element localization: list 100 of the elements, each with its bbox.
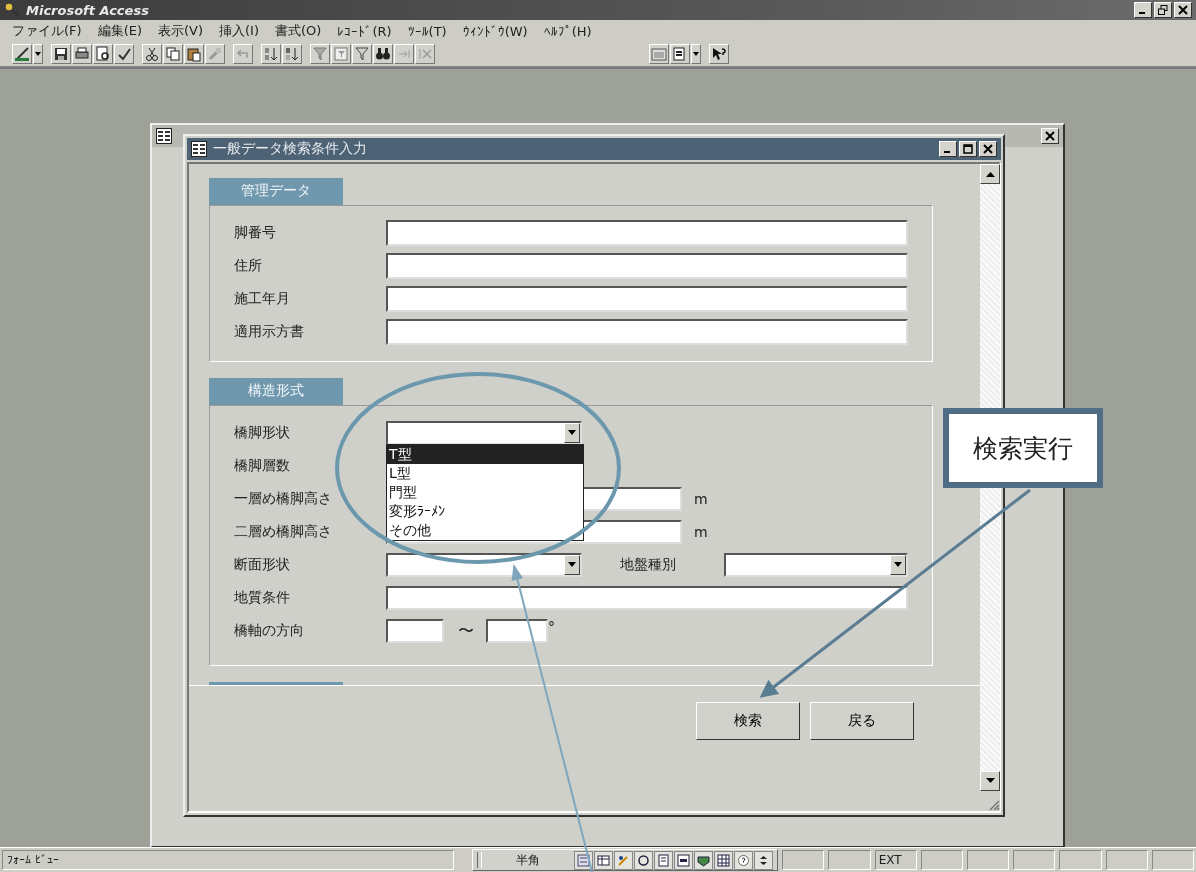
restore-button[interactable] [1154,2,1172,18]
save-icon[interactable] [51,44,71,64]
section-header: 構造形式 [209,378,343,405]
window-title: 一般データ検索条件入力 [213,140,368,158]
menu-item[interactable]: 書式(O) [267,22,330,40]
menu-item[interactable]: 編集(E) [89,22,150,40]
menu-item[interactable]: 表示(V) [150,22,212,40]
field-label: 住所 [234,257,263,275]
text-field[interactable] [386,286,908,312]
minimize-button[interactable] [1134,2,1152,18]
dropdown-button[interactable] [564,555,580,575]
list-option[interactable]: T型 [387,445,583,464]
triangle-down-icon[interactable] [568,430,576,436]
menu-item[interactable]: 挿入(I) [211,22,267,40]
field-label: 地盤種別 [620,556,677,574]
restore-icon[interactable] [1158,5,1168,15]
status-panel [1013,850,1056,870]
text-field[interactable] [486,619,548,643]
tag-icon[interactable] [694,850,714,870]
menu-item[interactable]: ｳｨﾝﾄﾞｳ(W) [454,23,536,39]
status-indicator: EXT [874,850,917,870]
print-preview-icon[interactable] [93,44,113,64]
dropdown-button[interactable] [564,423,580,443]
scroll-down-button[interactable] [980,771,1000,791]
degree-label: ° [548,619,555,635]
close-icon[interactable] [983,144,993,154]
text-field[interactable] [386,220,908,246]
window-icon[interactable] [674,850,694,870]
close-button[interactable] [979,141,997,157]
binoculars-icon[interactable] [373,44,393,64]
tilde-label: 〜 [458,620,474,642]
close-button[interactable] [1041,128,1059,144]
field-label: 地質条件 [234,589,291,607]
status-panel [1059,850,1102,870]
filter-icon[interactable] [310,44,330,64]
status-panel [782,850,825,870]
menu-item[interactable]: ﾂｰﾙ(T) [399,23,455,39]
text-field[interactable] [386,586,908,610]
close-icon[interactable] [1045,131,1055,141]
help-pointer-icon[interactable] [709,44,729,64]
sort-descending-icon[interactable] [282,44,302,64]
paste-icon[interactable] [184,44,204,64]
field-label: 脚番号 [234,224,277,242]
list-option[interactable]: L型 [387,464,583,483]
maximize-button[interactable] [959,141,977,157]
status-panel [967,850,1010,870]
form-button[interactable]: 戻る [810,702,914,740]
menu-item[interactable]: ﾍﾙﾌﾟ(H) [535,23,600,39]
text-field[interactable] [386,619,444,643]
callout-box: 検索実行 [943,408,1103,488]
dictionary-icon[interactable] [654,850,674,870]
triangle-down-icon[interactable] [568,562,576,568]
field-label: 二層め橋脚高さ [234,523,333,541]
close-icon[interactable] [1178,5,1188,15]
list-option[interactable]: 門型 [387,483,583,502]
minimize-button[interactable] [939,141,957,157]
field-label: 橋軸の方向 [234,622,305,640]
brush-icon[interactable] [205,44,225,64]
field-label: 橋脚形状 [234,424,291,442]
new-record-icon[interactable] [394,44,414,64]
new-object-icon[interactable] [670,44,690,64]
close-button[interactable] [1174,2,1192,18]
key-icon [4,2,20,18]
scroll-up-button[interactable] [980,164,1000,184]
delete-record-icon[interactable] [415,44,435,64]
list-option[interactable]: その他 [387,521,583,540]
triangle-down-icon[interactable] [985,778,995,784]
pen-icon[interactable] [614,850,634,870]
combo-box[interactable] [724,553,908,577]
form-filter-icon[interactable] [331,44,351,64]
list-option[interactable]: 変形ﾗｰﾒﾝ [387,502,583,521]
form-button[interactable]: 検索 [696,702,800,740]
text-field[interactable] [386,319,908,345]
funnel-icon[interactable] [352,44,372,64]
field-label: 断面形状 [234,556,291,574]
sort-ascending-icon[interactable] [261,44,281,64]
menu-item[interactable]: ファイル(F) [4,22,90,40]
dropdown-button[interactable] [890,555,906,575]
spinner-icon[interactable] [754,850,774,870]
grid-icon[interactable] [714,850,734,870]
field-label: 施工年月 [234,290,291,308]
database-window-icon[interactable] [649,44,669,64]
help-icon[interactable] [734,850,754,870]
undo-icon[interactable] [233,44,253,64]
menu-item[interactable]: ﾚｺｰﾄﾞ(R) [329,23,400,39]
table-icon[interactable] [594,850,614,870]
triangle-down-icon[interactable] [894,562,902,568]
text-field[interactable] [386,253,908,279]
triangle-up-icon[interactable] [985,171,995,177]
field-label: 一層め橋脚高さ [234,490,333,508]
design-view-icon[interactable] [12,44,32,64]
input-mode-label: 半角 [515,851,542,869]
cut-icon[interactable] [142,44,162,64]
field-label: 橋脚層数 [234,457,291,475]
print-icon[interactable] [72,44,92,64]
form-icon [156,128,172,144]
unit-label: m [694,491,708,507]
spelling-icon[interactable] [114,44,134,64]
copy-icon[interactable] [163,44,183,64]
maximize-icon[interactable] [963,144,973,154]
